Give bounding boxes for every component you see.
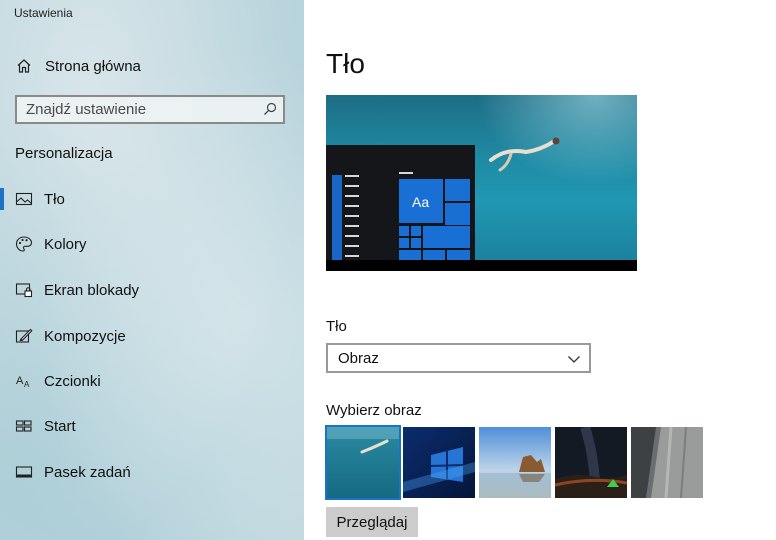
sidebar: Ustawienia Strona główna Personalizacja …: [0, 0, 304, 540]
rock-cliff-image: [631, 427, 703, 498]
svg-text:A: A: [24, 380, 30, 389]
lock-screen-icon: [15, 283, 33, 298]
picture-thumbnail-5[interactable]: [631, 427, 703, 498]
section-title: Personalizacja: [15, 145, 113, 162]
sidebar-item-tlo[interactable]: Tło: [0, 184, 300, 214]
preview-strip: [332, 175, 342, 260]
home-icon: [17, 59, 31, 73]
palette-icon: [15, 236, 33, 252]
active-indicator: [0, 188, 4, 210]
home-link[interactable]: Strona główna: [16, 55, 141, 77]
sidebar-item-label: Kompozycje: [44, 327, 126, 345]
choose-picture-label: Wybierz obraz: [326, 402, 422, 419]
font-icon: A A: [16, 375, 30, 389]
chevron-down-icon: [568, 356, 580, 363]
sidebar-item-ekran-blokady[interactable]: Ekran blokady: [0, 275, 300, 305]
preview-tile: [399, 250, 421, 260]
sidebar-item-czcionki[interactable]: A A Czcionki: [0, 366, 300, 396]
taskbar-icon: [15, 466, 33, 478]
sidebar-item-label: Tło: [44, 190, 65, 208]
sidebar-item-kompozycje[interactable]: Kompozycje: [0, 321, 300, 351]
swimmer-figure: [489, 137, 560, 172]
preview-tile: [423, 226, 470, 248]
search-input[interactable]: [26, 101, 256, 118]
search-icon[interactable]: [263, 102, 277, 116]
picture-thumbnail-2[interactable]: [403, 427, 475, 498]
start-menu-icon: [15, 420, 32, 432]
picture-thumbnail-1[interactable]: [325, 425, 401, 500]
home-label: Strona główna: [45, 57, 141, 75]
windows-logo-image: [403, 427, 475, 498]
preview-tile: [411, 226, 421, 236]
page-title: Tło: [326, 48, 365, 79]
night-sky-image: [555, 427, 627, 498]
preview-tile: [423, 250, 445, 260]
sidebar-item-label: Pasek zadań: [44, 463, 131, 481]
picture-icon: [15, 192, 33, 206]
sidebar-item-label: Start: [44, 417, 76, 435]
background-preview: Aa: [326, 95, 637, 271]
picture-thumbnail-4[interactable]: [555, 427, 627, 498]
preview-tile: [445, 203, 470, 225]
window-title: Ustawienia: [14, 6, 73, 20]
preview-tile: [399, 238, 409, 248]
preview-tile: [411, 238, 421, 248]
svg-text:A: A: [16, 375, 24, 387]
search-box[interactable]: [15, 95, 285, 124]
background-type-label: Tło: [326, 318, 347, 335]
preview-sample-text: Aa: [412, 194, 430, 210]
preview-header-line: [399, 172, 413, 174]
preview-tile: [445, 179, 470, 201]
background-type-dropdown[interactable]: Obraz: [326, 343, 591, 373]
dropdown-value: Obraz: [338, 349, 379, 367]
preview-tile: [399, 226, 409, 236]
browse-button[interactable]: Przeglądaj: [326, 507, 418, 537]
beach-image: [479, 427, 551, 498]
sidebar-item-label: Czcionki: [44, 372, 101, 390]
sidebar-item-label: Kolory: [44, 235, 87, 253]
picture-thumbnail-3[interactable]: [479, 427, 551, 498]
underwater-image: [327, 427, 399, 498]
sidebar-item-pasek-zadan[interactable]: Pasek zadań: [0, 457, 300, 487]
main-content: Tło Aa Tło Obraz Wybierz obraz Przegląda…: [304, 0, 776, 540]
preview-taskbar: [326, 260, 637, 271]
sidebar-item-kolory[interactable]: Kolory: [0, 229, 300, 259]
preview-tile: [447, 250, 470, 260]
theme-brush-icon: [15, 328, 33, 343]
sidebar-item-label: Ekran blokady: [44, 281, 140, 299]
sidebar-item-start[interactable]: Start: [0, 411, 300, 441]
